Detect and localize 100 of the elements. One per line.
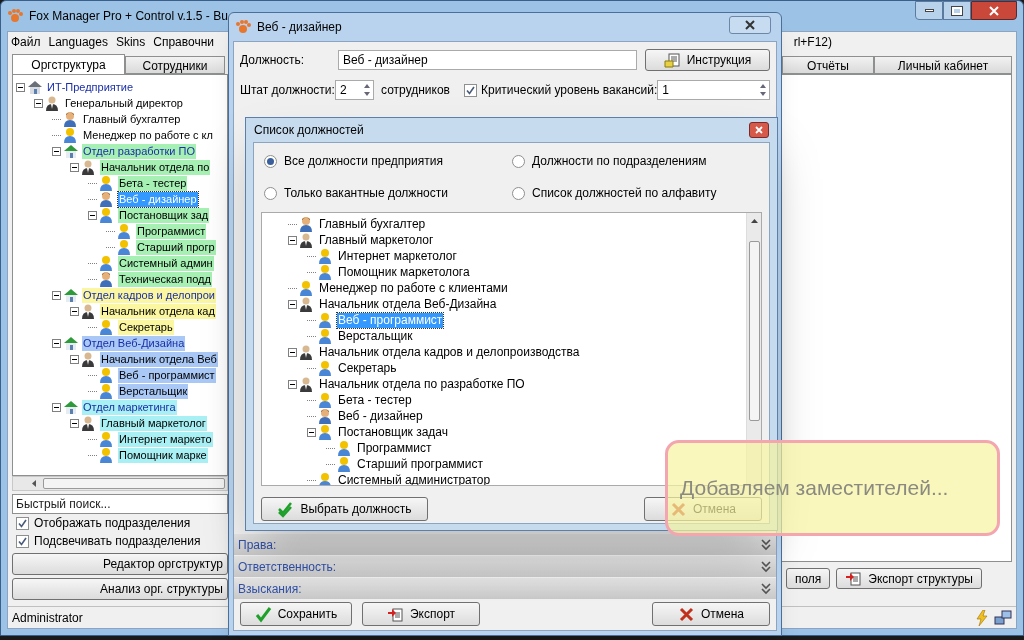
tree-item[interactable]: Старший прогр bbox=[136, 239, 216, 255]
collapse-icon[interactable] bbox=[52, 290, 61, 300]
tree-item[interactable]: Программист bbox=[136, 223, 207, 239]
tree-item[interactable]: Постановщик задач bbox=[337, 424, 449, 440]
collapse-icon[interactable] bbox=[34, 98, 43, 108]
button[interactable]: Выбрать должность bbox=[261, 497, 428, 521]
collapse-icon[interactable] bbox=[288, 347, 297, 357]
collapse-icon[interactable] bbox=[288, 299, 297, 309]
section-header[interactable]: Взыскания: bbox=[234, 578, 776, 599]
tree-item[interactable]: Старший программист bbox=[356, 456, 484, 472]
button[interactable]: Анализ орг. структуры bbox=[12, 578, 228, 600]
tree-item[interactable]: Веб - дизайнер bbox=[337, 408, 424, 424]
tree-item[interactable]: Помощник маркетолога bbox=[337, 264, 471, 280]
tree-item[interactable]: Начальник отдела Веб bbox=[100, 351, 218, 367]
button[interactable]: Экспорт структуры bbox=[836, 568, 982, 589]
close-button[interactable] bbox=[729, 16, 771, 34]
tree-item[interactable]: Генеральный директор bbox=[64, 95, 184, 111]
tree-item[interactable]: Веб - программист bbox=[118, 367, 216, 383]
button[interactable]: поля bbox=[785, 568, 831, 589]
button[interactable]: Редактор оргструктур bbox=[12, 553, 228, 575]
person-icon bbox=[318, 312, 334, 328]
tab[interactable]: Сотрудники bbox=[125, 56, 225, 74]
checkbox[interactable] bbox=[16, 534, 29, 548]
collapse-icon[interactable] bbox=[307, 427, 316, 437]
collapse-icon[interactable] bbox=[52, 146, 61, 156]
maximize-button[interactable] bbox=[943, 1, 971, 20]
close-button[interactable] bbox=[971, 1, 1017, 20]
manager-icon bbox=[81, 303, 97, 319]
collapse-icon[interactable] bbox=[16, 82, 25, 92]
tree-item[interactable]: Системный админ bbox=[118, 255, 214, 271]
scrollbar[interactable] bbox=[12, 476, 228, 491]
collapse-icon[interactable] bbox=[70, 306, 79, 316]
collapse-icon[interactable] bbox=[70, 162, 79, 172]
tree-item[interactable]: Верстальщик bbox=[118, 383, 189, 399]
tree-item[interactable]: Начальник отдела кадров и делопроизводства bbox=[318, 344, 581, 360]
collapse-icon[interactable] bbox=[70, 354, 79, 364]
section-header[interactable]: Права: bbox=[234, 534, 776, 555]
tree-item[interactable]: Главный маркетолог bbox=[318, 232, 435, 248]
menu-item[interactable]: Skins bbox=[114, 33, 147, 51]
radio-button[interactable] bbox=[264, 154, 277, 168]
tree-item[interactable]: Менеджер по работе с клиентами bbox=[318, 280, 509, 296]
tree-item[interactable]: Главный бухгалтер bbox=[318, 216, 427, 232]
tree-item[interactable]: Секретарь bbox=[337, 360, 398, 376]
document-arrow-icon bbox=[386, 605, 404, 623]
collapse-icon[interactable] bbox=[70, 418, 79, 428]
button[interactable]: Экспорт bbox=[362, 602, 480, 626]
spin-field[interactable]: 2 bbox=[334, 80, 375, 100]
unit-item[interactable]: Отдел маркетинга bbox=[82, 399, 177, 415]
button[interactable]: Отмена bbox=[652, 602, 770, 626]
tree-item[interactable]: Помощник марке bbox=[118, 447, 208, 463]
tree-item[interactable]: Верстальщик bbox=[337, 328, 414, 344]
menu-item[interactable]: Справочни bbox=[152, 33, 215, 51]
menu-item[interactable]: Файл bbox=[10, 33, 42, 51]
tree-item[interactable]: Бета - тестер bbox=[118, 175, 188, 191]
spin-field[interactable]: 1 bbox=[657, 80, 770, 100]
tree-item[interactable]: Начальник отдела по разработке ПО bbox=[318, 376, 526, 392]
close-button[interactable] bbox=[749, 122, 769, 138]
menu-item[interactable]: Languages bbox=[47, 33, 109, 51]
unit-item[interactable]: Отдел кадров и делопрои bbox=[82, 287, 216, 303]
button[interactable]: Инструкция bbox=[645, 49, 770, 71]
minimize-button[interactable] bbox=[915, 1, 943, 20]
tree-item[interactable]: Менеджер по работе с кл bbox=[82, 127, 214, 143]
tab[interactable]: Личный кабинет bbox=[874, 56, 1012, 74]
collapse-icon[interactable] bbox=[52, 338, 61, 348]
tree-item[interactable]: Начальник отдела кад bbox=[100, 303, 216, 319]
collapse-icon[interactable] bbox=[288, 379, 297, 389]
radio-button[interactable] bbox=[512, 186, 525, 200]
radio-button[interactable] bbox=[264, 186, 277, 200]
unit-item[interactable]: Отдел разработки ПО bbox=[82, 143, 196, 159]
tab[interactable]: Оргструктура bbox=[12, 54, 125, 74]
tree-item[interactable]: Секретарь bbox=[118, 319, 174, 335]
person-icon bbox=[99, 255, 115, 271]
checkbox-label: Подсвечивать подразделения bbox=[34, 533, 201, 550]
manager-icon bbox=[45, 95, 61, 111]
section-header[interactable]: Ответственность: bbox=[234, 556, 776, 577]
text-field[interactable]: Веб - дизайнер bbox=[338, 50, 637, 70]
menu-item[interactable]: rl+F12) bbox=[793, 33, 832, 51]
tree-item[interactable]: Программист bbox=[356, 440, 433, 456]
tree-item[interactable]: Интернет маркетолог bbox=[337, 248, 458, 264]
search-field[interactable]: Быстрый поиск... bbox=[12, 494, 228, 514]
tree-item[interactable]: Техническая подд bbox=[118, 271, 212, 287]
button[interactable]: Сохранить bbox=[240, 602, 352, 626]
tree-item[interactable]: Главный маркетолог bbox=[100, 415, 207, 431]
collapse-icon[interactable] bbox=[88, 210, 97, 220]
double-chevron-icon bbox=[760, 537, 772, 552]
collapse-icon[interactable] bbox=[52, 402, 61, 412]
checkbox[interactable] bbox=[464, 83, 477, 97]
tree-item[interactable]: Главный бухгалтер bbox=[82, 111, 182, 127]
tree-item[interactable]: Бета - тестер bbox=[337, 392, 413, 408]
collapse-icon[interactable] bbox=[288, 235, 297, 245]
tab[interactable]: Отчёты bbox=[782, 56, 874, 74]
unit-item[interactable]: ИТ-Предприятие bbox=[46, 79, 135, 95]
tree-item[interactable]: Начальник отдела по bbox=[100, 159, 211, 175]
person-icon bbox=[299, 280, 315, 296]
tree-item[interactable]: Начальник отдела Веб-Дизайна bbox=[318, 296, 498, 312]
unit-item[interactable]: Отдел Веб-Дизайна bbox=[82, 335, 186, 351]
checkbox[interactable] bbox=[16, 516, 29, 530]
radio-button[interactable] bbox=[512, 154, 525, 168]
tree-item[interactable]: Интернет маркето bbox=[118, 431, 213, 447]
radio-label: Только вакантные должности bbox=[284, 185, 448, 202]
